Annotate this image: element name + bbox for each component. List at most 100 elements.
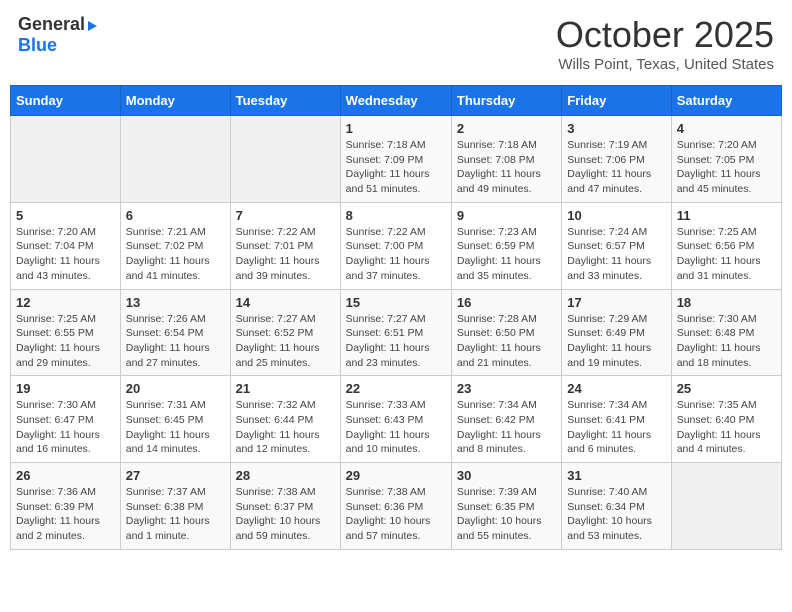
calendar-day-cell: 20 Sunrise: 7:31 AM Sunset: 6:45 PM Dayli… xyxy=(120,376,230,463)
calendar-day-cell: 7Sunrise: 7:22 AM Sunset: 7:01 PM Daylig… xyxy=(230,202,340,289)
day-info: Sunrise: 7:28 AM Sunset: 6:50 PM Dayligh… xyxy=(457,312,556,371)
day-info: Sunrise: 7:34 AM Sunset: 6:42 PM Dayligh… xyxy=(457,398,556,457)
day-number: 12 xyxy=(16,295,115,310)
day-number: 16 xyxy=(457,295,556,310)
day-info: Sunrise: 7:22 AM Sunset: 7:00 PM Dayligh… xyxy=(346,225,446,284)
calendar-day-cell: 1 Sunrise: 7:18 AM Sunset: 7:09 PM Daylig… xyxy=(340,116,451,203)
calendar-day-cell: 4 Sunrise: 7:20 AM Sunset: 7:05 PM Daylig… xyxy=(671,116,781,203)
day-number: 28 xyxy=(236,468,335,483)
day-info: Sunrise: 7:39 AM Sunset: 6:35 PM Dayligh… xyxy=(457,485,556,544)
calendar-day-cell: 17 Sunrise: 7:29 AM Sunset: 6:49 PM Dayli… xyxy=(562,289,671,376)
calendar-day-cell: 13 Sunrise: 7:26 AM Sunset: 6:54 PM Dayli… xyxy=(120,289,230,376)
calendar-day-cell: 9 Sunrise: 7:23 AM Sunset: 6:59 PM Daylig… xyxy=(451,202,561,289)
day-number: 7 xyxy=(236,208,335,223)
day-number: 11 xyxy=(677,208,776,223)
calendar-day-cell: 31 Sunrise: 7:40 AM Sunset: 6:34 PM Dayli… xyxy=(562,463,671,550)
title-block: October 2025 Wills Point, Texas, United … xyxy=(556,14,774,73)
calendar-week-row: 5Sunrise: 7:20 AM Sunset: 7:04 PM Daylig… xyxy=(11,202,782,289)
day-number: 18 xyxy=(677,295,776,310)
day-number: 4 xyxy=(677,121,776,136)
calendar-day-cell: 11 Sunrise: 7:25 AM Sunset: 6:56 PM Dayli… xyxy=(671,202,781,289)
calendar-day-cell: 19Sunrise: 7:30 AM Sunset: 6:47 PM Dayli… xyxy=(11,376,121,463)
calendar-day-cell xyxy=(11,116,121,203)
day-number: 26 xyxy=(16,468,115,483)
day-info: Sunrise: 7:25 AM Sunset: 6:56 PM Dayligh… xyxy=(677,225,776,284)
day-number: 9 xyxy=(457,208,556,223)
day-number: 22 xyxy=(346,381,446,396)
day-number: 3 xyxy=(567,121,665,136)
calendar-day-cell xyxy=(120,116,230,203)
day-number: 13 xyxy=(126,295,225,310)
day-info: Sunrise: 7:38 AM Sunset: 6:36 PM Dayligh… xyxy=(346,485,446,544)
day-number: 21 xyxy=(236,381,335,396)
day-info: Sunrise: 7:18 AM Sunset: 7:09 PM Dayligh… xyxy=(346,138,446,197)
day-info: Sunrise: 7:34 AM Sunset: 6:41 PM Dayligh… xyxy=(567,398,665,457)
day-info: Sunrise: 7:27 AM Sunset: 6:52 PM Dayligh… xyxy=(236,312,335,371)
weekday-header: Saturday xyxy=(671,86,781,116)
weekday-header: Tuesday xyxy=(230,86,340,116)
day-info: Sunrise: 7:21 AM Sunset: 7:02 PM Dayligh… xyxy=(126,225,225,284)
calendar-day-cell: 29 Sunrise: 7:38 AM Sunset: 6:36 PM Dayli… xyxy=(340,463,451,550)
calendar-day-cell xyxy=(230,116,340,203)
day-info: Sunrise: 7:29 AM Sunset: 6:49 PM Dayligh… xyxy=(567,312,665,371)
day-info: Sunrise: 7:31 AM Sunset: 6:45 PM Dayligh… xyxy=(126,398,225,457)
day-info: Sunrise: 7:30 AM Sunset: 6:47 PM Dayligh… xyxy=(16,398,115,457)
calendar-week-row: 19Sunrise: 7:30 AM Sunset: 6:47 PM Dayli… xyxy=(11,376,782,463)
calendar-week-row: 1 Sunrise: 7:18 AM Sunset: 7:09 PM Daylig… xyxy=(11,116,782,203)
day-number: 23 xyxy=(457,381,556,396)
day-number: 17 xyxy=(567,295,665,310)
day-info: Sunrise: 7:40 AM Sunset: 6:34 PM Dayligh… xyxy=(567,485,665,544)
calendar-day-cell: 10Sunrise: 7:24 AM Sunset: 6:57 PM Dayli… xyxy=(562,202,671,289)
calendar-day-cell: 12Sunrise: 7:25 AM Sunset: 6:55 PM Dayli… xyxy=(11,289,121,376)
calendar-day-cell: 30 Sunrise: 7:39 AM Sunset: 6:35 PM Dayli… xyxy=(451,463,561,550)
day-number: 31 xyxy=(567,468,665,483)
calendar-day-cell: 15 Sunrise: 7:27 AM Sunset: 6:51 PM Dayli… xyxy=(340,289,451,376)
calendar-day-cell: 28 Sunrise: 7:38 AM Sunset: 6:37 PM Dayli… xyxy=(230,463,340,550)
day-info: Sunrise: 7:20 AM Sunset: 7:05 PM Dayligh… xyxy=(677,138,776,197)
day-info: Sunrise: 7:33 AM Sunset: 6:43 PM Dayligh… xyxy=(346,398,446,457)
calendar-day-cell: 23 Sunrise: 7:34 AM Sunset: 6:42 PM Dayli… xyxy=(451,376,561,463)
day-number: 8 xyxy=(346,208,446,223)
day-number: 27 xyxy=(126,468,225,483)
day-info: Sunrise: 7:38 AM Sunset: 6:37 PM Dayligh… xyxy=(236,485,335,544)
calendar-day-cell: 27 Sunrise: 7:37 AM Sunset: 6:38 PM Dayli… xyxy=(120,463,230,550)
calendar-day-cell: 16 Sunrise: 7:28 AM Sunset: 6:50 PM Dayli… xyxy=(451,289,561,376)
day-number: 20 xyxy=(126,381,225,396)
calendar-table: SundayMondayTuesdayWednesdayThursdayFrid… xyxy=(10,85,782,550)
day-info: Sunrise: 7:18 AM Sunset: 7:08 PM Dayligh… xyxy=(457,138,556,197)
day-number: 15 xyxy=(346,295,446,310)
day-number: 14 xyxy=(236,295,335,310)
calendar-day-cell: 14 Sunrise: 7:27 AM Sunset: 6:52 PM Dayli… xyxy=(230,289,340,376)
calendar-day-cell: 5Sunrise: 7:20 AM Sunset: 7:04 PM Daylig… xyxy=(11,202,121,289)
calendar-day-cell: 8 Sunrise: 7:22 AM Sunset: 7:00 PM Daylig… xyxy=(340,202,451,289)
day-number: 29 xyxy=(346,468,446,483)
weekday-header: Sunday xyxy=(11,86,121,116)
day-number: 30 xyxy=(457,468,556,483)
day-info: Sunrise: 7:19 AM Sunset: 7:06 PM Dayligh… xyxy=(567,138,665,197)
day-info: Sunrise: 7:27 AM Sunset: 6:51 PM Dayligh… xyxy=(346,312,446,371)
weekday-header: Thursday xyxy=(451,86,561,116)
day-info: Sunrise: 7:20 AM Sunset: 7:04 PM Dayligh… xyxy=(16,225,115,284)
calendar-week-row: 26Sunrise: 7:36 AM Sunset: 6:39 PM Dayli… xyxy=(11,463,782,550)
calendar-day-cell: 22 Sunrise: 7:33 AM Sunset: 6:43 PM Dayli… xyxy=(340,376,451,463)
weekday-header: Wednesday xyxy=(340,86,451,116)
day-info: Sunrise: 7:26 AM Sunset: 6:54 PM Dayligh… xyxy=(126,312,225,371)
day-info: Sunrise: 7:30 AM Sunset: 6:48 PM Dayligh… xyxy=(677,312,776,371)
page-header: General Blue October 2025 Wills Point, T… xyxy=(10,10,782,77)
location: Wills Point, Texas, United States xyxy=(556,56,774,73)
weekday-header: Monday xyxy=(120,86,230,116)
day-info: Sunrise: 7:37 AM Sunset: 6:38 PM Dayligh… xyxy=(126,485,225,544)
day-number: 1 xyxy=(346,121,446,136)
day-number: 24 xyxy=(567,381,665,396)
calendar-week-row: 12Sunrise: 7:25 AM Sunset: 6:55 PM Dayli… xyxy=(11,289,782,376)
calendar-day-cell: 21Sunrise: 7:32 AM Sunset: 6:44 PM Dayli… xyxy=(230,376,340,463)
day-number: 6 xyxy=(126,208,225,223)
calendar-header-row: SundayMondayTuesdayWednesdayThursdayFrid… xyxy=(11,86,782,116)
logo-blue: Blue xyxy=(18,35,57,55)
day-info: Sunrise: 7:23 AM Sunset: 6:59 PM Dayligh… xyxy=(457,225,556,284)
calendar-day-cell: 18 Sunrise: 7:30 AM Sunset: 6:48 PM Dayli… xyxy=(671,289,781,376)
calendar-day-cell: 26Sunrise: 7:36 AM Sunset: 6:39 PM Dayli… xyxy=(11,463,121,550)
calendar-day-cell xyxy=(671,463,781,550)
weekday-header: Friday xyxy=(562,86,671,116)
day-number: 10 xyxy=(567,208,665,223)
